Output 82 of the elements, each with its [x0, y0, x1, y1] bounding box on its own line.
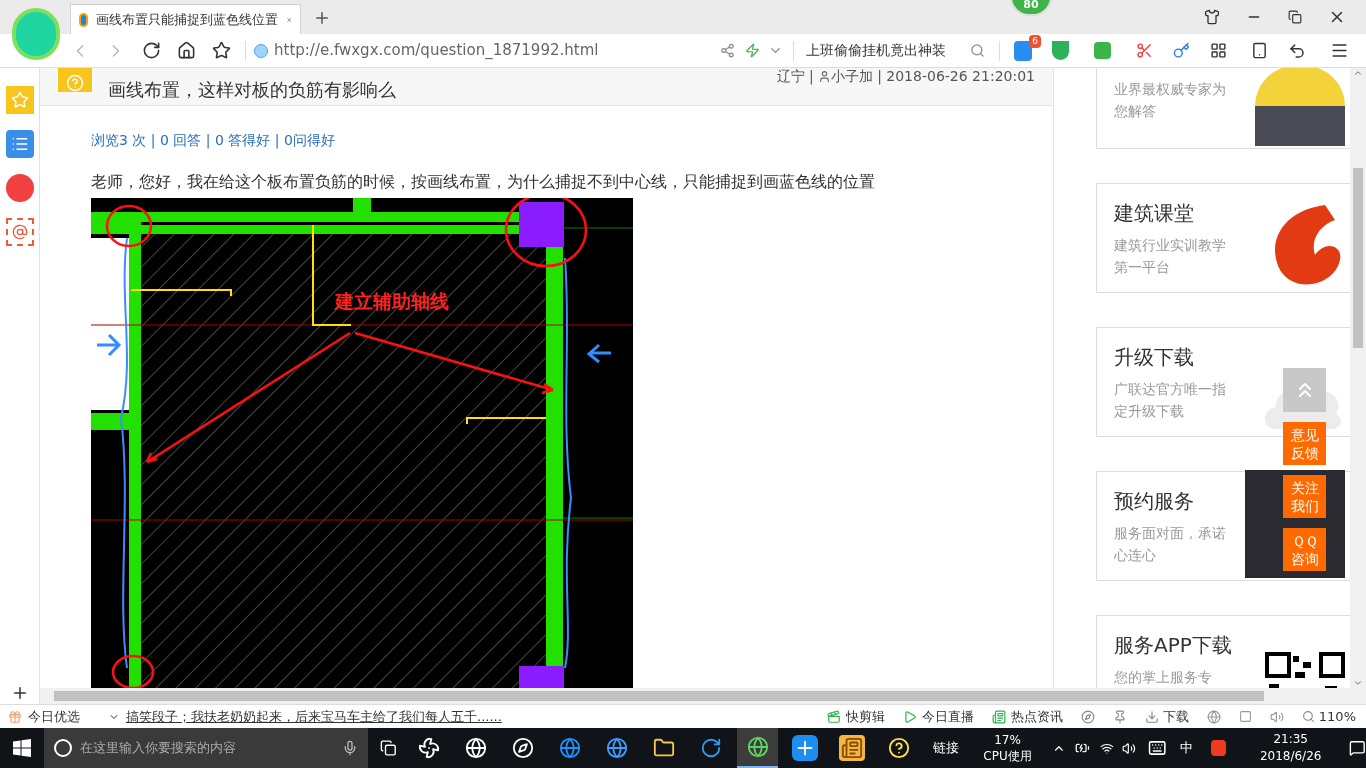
pin-icon[interactable]: [1112, 709, 1127, 724]
vertical-scrollbar[interactable]: [1350, 68, 1366, 704]
status-link[interactable]: 快剪辑: [826, 706, 885, 727]
star-icon[interactable]: [212, 41, 231, 60]
card-subtitle: 服务面对面，承诺心连心: [1114, 524, 1226, 565]
key-icon[interactable]: [1173, 42, 1190, 59]
clip-icon: [826, 709, 841, 724]
email-icon[interactable]: [5, 218, 34, 246]
horizontal-scrollbar[interactable]: [40, 688, 1350, 704]
location-text: 辽宁 |: [776, 68, 814, 87]
notification-icon[interactable]: [1349, 739, 1366, 757]
notepad-icon: [838, 735, 865, 761]
lightning-icon[interactable]: [745, 43, 760, 58]
keyboard-icon[interactable]: [1147, 738, 1167, 758]
browser-tab[interactable]: 画线布置只能捕捉到蓝色线位置: [70, 4, 301, 34]
daily-picks-link[interactable]: 今日优选: [28, 706, 80, 727]
status-link[interactable]: 今日直播: [902, 706, 974, 727]
download-link[interactable]: 下载: [1144, 706, 1189, 727]
card-subtitle: 建筑行业实训教学第一平台: [1114, 236, 1226, 277]
cpu-label: CPU使用: [983, 748, 1032, 764]
search-icon[interactable]: [970, 43, 985, 58]
address-field[interactable]: http://e.fwxgx.com/question_1871992.html: [254, 39, 714, 62]
hot-search-link[interactable]: 上班偷偷挂机竟出神装: [806, 40, 946, 61]
zoom-level[interactable]: 110%: [1301, 706, 1356, 727]
menu-icon[interactable]: [1330, 41, 1349, 60]
card-title: 预约服务: [1114, 488, 1195, 515]
user-icon: [817, 70, 831, 83]
clock-display[interactable]: 21:35 2018/6/26: [1259, 731, 1322, 765]
card-subtitle: 业界最权威专家为您解答: [1114, 80, 1226, 121]
window-icon[interactable]: [1238, 710, 1252, 723]
cross-icon: [791, 735, 818, 761]
scroll-thumb[interactable]: [1353, 168, 1363, 348]
download-icon: [1144, 709, 1159, 724]
question-stats: 浏览3 次 | 0 回答 | 0 答得好 | 0问得好: [91, 132, 335, 148]
reload-icon[interactable]: [142, 41, 161, 60]
card-title: 升级下载: [1114, 344, 1195, 371]
author-text: 小子加 | 2018-06-26 21:20:01: [830, 68, 1035, 87]
scroll-thumb[interactable]: [54, 691, 1264, 701]
count-badge: 6: [1029, 34, 1041, 48]
news-link[interactable]: 搞笑段子；我扶老奶奶起来，后来宝马车主给了我们每人五千......: [126, 706, 502, 727]
card-title: 服务APP下载: [1114, 632, 1233, 659]
news-icon: [991, 709, 1006, 724]
site-icon: [254, 43, 268, 58]
undo-icon[interactable]: [1288, 41, 1306, 60]
task-view-icon[interactable]: [379, 739, 397, 757]
input-method-indicator[interactable]: 中: [1180, 738, 1194, 758]
scissors-icon[interactable]: [1136, 42, 1153, 59]
service-card[interactable]: 建筑课堂 建筑行业实训教学第一平台: [1096, 183, 1350, 293]
zoom-icon: [1301, 710, 1315, 723]
cpu-value: 17%: [994, 732, 1021, 748]
play-icon: [902, 709, 917, 724]
scroll-up-icon[interactable]: [1353, 68, 1363, 78]
skin-icon[interactable]: [1204, 9, 1220, 25]
browser-outline-icon[interactable]: [1206, 709, 1221, 724]
gift-icon: [8, 709, 22, 724]
scroll-down-icon[interactable]: [1353, 678, 1363, 688]
question-title: 画线布置，这样对板的负筋有影响么: [108, 78, 396, 102]
service-card[interactable]: 服务APP下载 您的掌上服务专: [1096, 615, 1350, 688]
taskbar-app-button[interactable]: [737, 728, 779, 768]
taskbar-search-field[interactable]: 在这里输入你要搜索的内容: [44, 728, 368, 768]
apps-icon[interactable]: [1210, 42, 1227, 59]
share-icon[interactable]: [720, 43, 735, 58]
restore-icon[interactable]: [1288, 10, 1302, 24]
score-badge: 80: [1010, 0, 1052, 16]
new-tab-icon[interactable]: [313, 9, 331, 27]
sogou-icon[interactable]: [1211, 740, 1226, 756]
volume-icon[interactable]: [1122, 740, 1136, 756]
card-title: 建筑课堂: [1114, 200, 1195, 227]
weibo-icon[interactable]: [5, 174, 34, 202]
shield-icon[interactable]: [1052, 41, 1069, 60]
card-subtitle: 广联达官方唯一指定升级下载: [1114, 380, 1226, 421]
site-logo-icon: [79, 12, 88, 27]
annotation-text: 建立辅助轴线: [335, 290, 449, 312]
card-subtitle: 您的掌上服务专: [1114, 668, 1213, 687]
tablet-icon[interactable]: [1251, 42, 1268, 59]
home-icon[interactable]: [177, 41, 196, 60]
links-toolbar[interactable]: 链接: [933, 738, 960, 758]
plugin-icon[interactable]: [1014, 40, 1032, 61]
tab-title: 画线布置只能捕捉到蓝色线位置: [95, 10, 278, 29]
list-icon[interactable]: [5, 130, 34, 158]
question-body: 老师，您好，我在给这个板布置负筋的时候，按画线布置，为什么捕捉不到中心线，只能捕捉到画蓝色线的位置: [91, 171, 876, 193]
status-link[interactable]: 热点资讯: [991, 706, 1063, 727]
